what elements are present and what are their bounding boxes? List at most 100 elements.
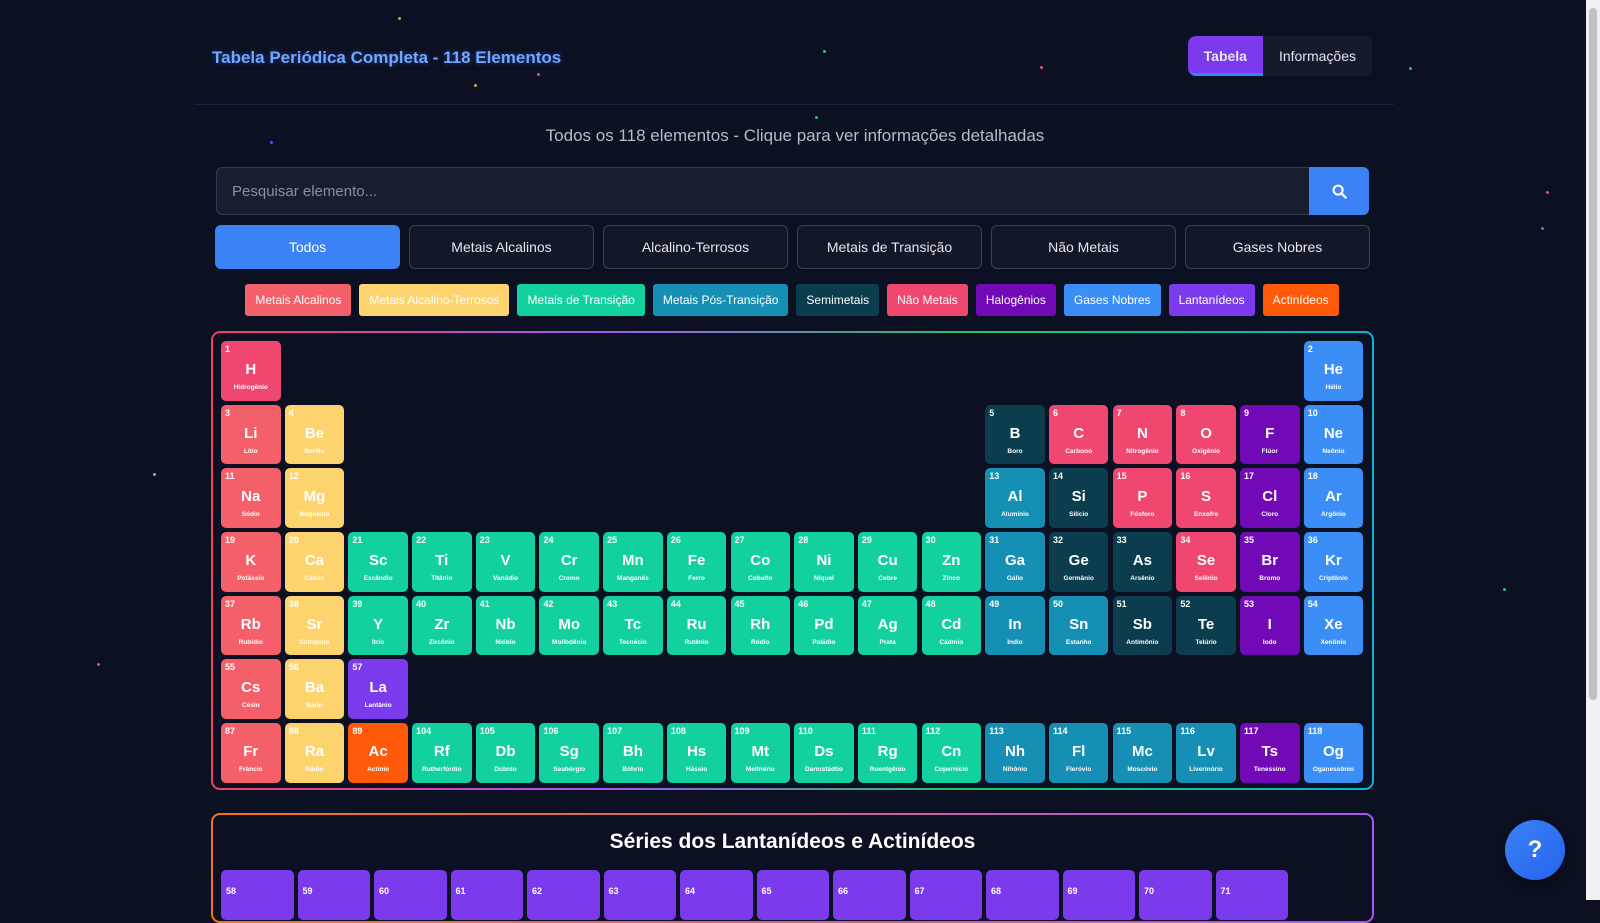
element-c[interactable]: 6 C Carbono	[1048, 404, 1109, 465]
element-ti[interactable]: 22 Ti Titânio	[412, 532, 472, 592]
element-nb[interactable]: 41 Nb Nióbio	[475, 595, 536, 656]
element-cd[interactable]: 48 Cd Cádmio	[921, 595, 982, 656]
element-cn[interactable]: 112 Cn Copernício	[921, 723, 982, 783]
element-db[interactable]: 105 Db Dúbnio	[475, 723, 536, 783]
element-bh[interactable]: 107 Bh Bóhrio	[603, 723, 663, 783]
element-og[interactable]: 118 Og Oganessônio	[1303, 723, 1364, 783]
filter-alcalino-terrosos[interactable]: Alcalino-Terrosos	[603, 225, 788, 269]
element-ga[interactable]: 31 Ga Gálio	[985, 532, 1045, 592]
element-ca[interactable]: 20 Ca Cálcio	[284, 532, 345, 592]
series-element[interactable]: 63	[603, 870, 676, 920]
filter-metais-alcalinos[interactable]: Metais Alcalinos	[409, 225, 594, 269]
series-element[interactable]: 62	[527, 870, 600, 920]
element-o[interactable]: 8 O Oxigênio	[1176, 404, 1236, 465]
element-ne[interactable]: 10 Ne Neônio	[1303, 404, 1364, 465]
element-cl[interactable]: 17 Cl Cloro	[1240, 468, 1300, 528]
element-zr[interactable]: 40 Zr Zircônio	[412, 595, 472, 656]
element-p[interactable]: 15 P Fósforo	[1112, 468, 1173, 528]
element-pd[interactable]: 46 Pd Paládio	[794, 595, 854, 656]
element-fr[interactable]: 87 Fr Frâncio	[221, 723, 281, 783]
element-br[interactable]: 35 Br Bromo	[1240, 532, 1300, 592]
filter-nao-metais[interactable]: Não Metais	[991, 225, 1176, 269]
element-si[interactable]: 14 Si Silício	[1048, 468, 1109, 528]
element-v[interactable]: 23 V Vanádio	[475, 532, 536, 592]
element-mg[interactable]: 12 Mg Magnésio	[284, 468, 345, 528]
element-ts[interactable]: 117 Ts Tenessino	[1240, 723, 1300, 783]
element-ac[interactable]: 89 Ac Actínio	[348, 723, 408, 783]
filter-gases-nobres[interactable]: Gases Nobres	[1185, 225, 1370, 269]
element-kr[interactable]: 36 Kr Criptônio	[1303, 532, 1364, 592]
tab-informacoes[interactable]: Informações	[1263, 36, 1372, 76]
element-ar[interactable]: 18 Ar Argônio	[1303, 468, 1364, 528]
element-mo[interactable]: 42 Mo Molibdênio	[539, 595, 599, 656]
series-element[interactable]: 67	[909, 870, 982, 920]
element-rh[interactable]: 45 Rh Ródio	[730, 595, 790, 656]
series-element[interactable]: 59	[297, 870, 370, 920]
element-sc[interactable]: 21 Sc Escândio	[348, 532, 408, 592]
search-button[interactable]	[1309, 167, 1369, 215]
element-h[interactable]: 1 H Hidrogênio	[221, 341, 281, 401]
element-al[interactable]: 13 Al Alumínio	[985, 468, 1045, 528]
element-y[interactable]: 39 Y Ítrio	[348, 595, 408, 656]
element-n[interactable]: 7 N Nitrogênio	[1112, 404, 1173, 465]
series-element[interactable]: 69	[1062, 870, 1135, 920]
element-rf[interactable]: 104 Rf Rutherfórdio	[412, 723, 472, 783]
series-element[interactable]: 68	[986, 870, 1059, 920]
element-cs[interactable]: 55 Cs Césio	[221, 659, 281, 719]
element-cu[interactable]: 29 Cu Cobre	[857, 532, 918, 592]
scrollbar-thumb[interactable]	[1589, 8, 1597, 700]
element-tc[interactable]: 43 Tc Tecnécio	[603, 595, 663, 656]
element-i[interactable]: 53 I Iodo	[1240, 595, 1300, 656]
search-input[interactable]	[216, 167, 1309, 215]
element-fl[interactable]: 114 Fl Fleróvio	[1048, 723, 1109, 783]
element-sn[interactable]: 50 Sn Estanho	[1048, 595, 1109, 656]
element-mn[interactable]: 25 Mn Manganês	[603, 532, 663, 592]
element-se[interactable]: 34 Se Selênio	[1176, 532, 1236, 592]
series-element[interactable]: 60	[374, 870, 447, 920]
scrollbar[interactable]	[1586, 0, 1600, 900]
element-b[interactable]: 5 B Boro	[985, 404, 1045, 465]
filter-metais-transicao[interactable]: Metais de Transição	[797, 225, 982, 269]
element-ba[interactable]: 56 Ba Bário	[284, 659, 345, 719]
element-sb[interactable]: 51 Sb Antimônio	[1112, 595, 1173, 656]
filter-todos[interactable]: Todos	[215, 225, 400, 269]
series-element[interactable]: 71	[1215, 870, 1288, 920]
element-s[interactable]: 16 S Enxofre	[1176, 468, 1236, 528]
element-sg[interactable]: 106 Sg Seabórgio	[539, 723, 599, 783]
element-fe[interactable]: 26 Fe Ferro	[666, 532, 727, 592]
series-element[interactable]: 66	[833, 870, 906, 920]
element-te[interactable]: 52 Te Telúrio	[1176, 595, 1236, 656]
element-ag[interactable]: 47 Ag Prata	[857, 595, 918, 656]
element-xe[interactable]: 54 Xe Xenônio	[1303, 595, 1364, 656]
element-nh[interactable]: 113 Nh Nihônio	[985, 723, 1045, 783]
element-co[interactable]: 27 Co Cobalto	[730, 532, 790, 592]
element-la[interactable]: 57 La Lantânio	[348, 659, 408, 719]
series-element[interactable]: 70	[1139, 870, 1212, 920]
element-hs[interactable]: 108 Hs Hássio	[666, 723, 727, 783]
element-rb[interactable]: 37 Rb Rubídio	[221, 595, 281, 656]
series-element[interactable]: 58	[221, 870, 294, 920]
element-ra[interactable]: 88 Ra Rádio	[284, 723, 345, 783]
element-he[interactable]: 2 He Hélio	[1303, 341, 1364, 401]
element-lv[interactable]: 116 Lv Livermório	[1176, 723, 1236, 783]
element-ds[interactable]: 110 Ds Darmstádtio	[794, 723, 854, 783]
element-as[interactable]: 33 As Arsênio	[1112, 532, 1173, 592]
element-zn[interactable]: 30 Zn Zinco	[921, 532, 982, 592]
element-sr[interactable]: 38 Sr Estrôncio	[284, 595, 345, 656]
element-f[interactable]: 9 F Flúor	[1240, 404, 1300, 465]
series-element[interactable]: 65	[756, 870, 829, 920]
element-ni[interactable]: 28 Ni Níquel	[794, 532, 854, 592]
help-button[interactable]: ?	[1505, 820, 1565, 880]
element-mt[interactable]: 109 Mt Meitnério	[730, 723, 790, 783]
series-element[interactable]: 61	[450, 870, 523, 920]
tab-tabela[interactable]: Tabela	[1187, 36, 1263, 76]
element-cr[interactable]: 24 Cr Cromo	[539, 532, 599, 592]
element-na[interactable]: 11 Na Sódio	[221, 468, 281, 528]
element-in[interactable]: 49 In Índio	[985, 595, 1045, 656]
series-element[interactable]: 64	[680, 870, 753, 920]
element-be[interactable]: 4 Be Berílio	[284, 404, 345, 465]
element-rg[interactable]: 111 Rg Roentgênio	[857, 723, 918, 783]
element-li[interactable]: 3 Li Lítio	[221, 404, 281, 465]
element-mc[interactable]: 115 Mc Moscóvio	[1112, 723, 1173, 783]
element-ru[interactable]: 44 Ru Rutênio	[666, 595, 727, 656]
